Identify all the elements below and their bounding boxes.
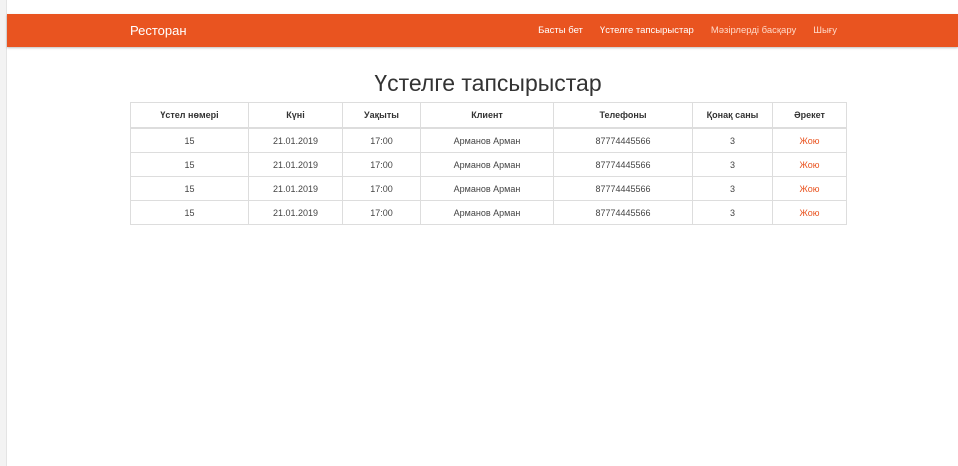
cell-date: 21.01.2019 [248, 152, 343, 177]
header-row: Үстел нөмері Күні Уақыты Клиент Телефоны… [130, 102, 847, 129]
cell-table-number: 15 [130, 127, 249, 153]
cell-client: Арманов Арман [420, 176, 554, 201]
header-guest-count: Қонақ саны [692, 102, 773, 129]
cell-date: 21.01.2019 [248, 176, 343, 201]
nav-link-home[interactable]: Басты бет [538, 25, 583, 36]
nav-links: Басты бет Үстелге тапсырыстар Мәзірлерді… [538, 14, 837, 47]
header-time: Уақыты [342, 102, 421, 129]
header-date: Күні [248, 102, 343, 129]
cell-client: Арманов Арман [420, 152, 554, 177]
nav-link-table-orders[interactable]: Үстелге тапсырыстар [600, 25, 694, 36]
cell-phone: 87774445566 [553, 127, 693, 153]
cell-guest-count: 3 [692, 152, 773, 177]
table-body: 15 21.01.2019 17:00 Арманов Арман 877744… [130, 127, 847, 225]
nav-link-logout[interactable]: Шығу [813, 25, 837, 36]
cell-action: Жою [772, 127, 847, 153]
cell-guest-count: 3 [692, 176, 773, 201]
cell-time: 17:00 [342, 176, 421, 201]
table-row: 15 21.01.2019 17:00 Арманов Арман 877744… [130, 127, 847, 153]
cell-date: 21.01.2019 [248, 127, 343, 153]
table-row: 15 21.01.2019 17:00 Арманов Арман 877744… [130, 176, 847, 201]
cell-time: 17:00 [342, 152, 421, 177]
page-title: Үстелге тапсырыстар [374, 70, 602, 96]
brand-link[interactable]: Ресторан [130, 14, 187, 47]
nav-link-menu-management[interactable]: Мәзірлерді басқару [711, 25, 796, 36]
cell-action: Жою [772, 200, 847, 225]
app-window: Ресторан Басты бет Үстелге тапсырыстар М… [0, 0, 958, 466]
cell-client: Арманов Арман [420, 200, 554, 225]
cell-time: 17:00 [342, 200, 421, 225]
delete-link[interactable]: Жою [800, 208, 820, 218]
cell-action: Жою [772, 176, 847, 201]
header-phone: Телефоны [553, 102, 693, 129]
table-header: Үстел нөмері Күні Уақыты Клиент Телефоны… [130, 102, 847, 129]
cell-phone: 87774445566 [553, 200, 693, 225]
table-row: 15 21.01.2019 17:00 Арманов Арман 877744… [130, 152, 847, 177]
top-navbar: Ресторан Басты бет Үстелге тапсырыстар М… [7, 14, 958, 47]
orders-table: Үстел нөмері Күні Уақыты Клиент Телефоны… [130, 102, 847, 225]
delete-link[interactable]: Жою [800, 136, 820, 146]
cell-guest-count: 3 [692, 127, 773, 153]
header-table-number: Үстел нөмері [130, 102, 249, 129]
delete-link[interactable]: Жою [800, 160, 820, 170]
cell-phone: 87774445566 [553, 176, 693, 201]
cell-client: Арманов Арман [420, 127, 554, 153]
cell-guest-count: 3 [692, 200, 773, 225]
header-action: Әрекет [772, 102, 847, 129]
cell-table-number: 15 [130, 152, 249, 177]
cell-table-number: 15 [130, 176, 249, 201]
header-client: Клиент [420, 102, 554, 129]
cell-date: 21.01.2019 [248, 200, 343, 225]
cell-table-number: 15 [130, 200, 249, 225]
cell-time: 17:00 [342, 127, 421, 153]
table-row: 15 21.01.2019 17:00 Арманов Арман 877744… [130, 200, 847, 225]
cell-action: Жою [772, 152, 847, 177]
cell-phone: 87774445566 [553, 152, 693, 177]
delete-link[interactable]: Жою [800, 184, 820, 194]
